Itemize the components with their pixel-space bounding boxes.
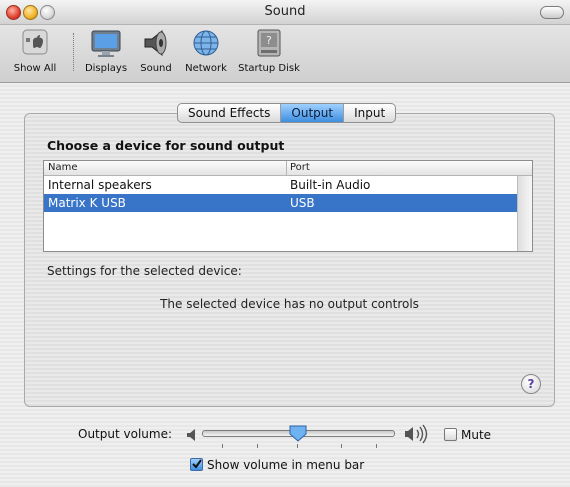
device-name: Internal speakers bbox=[48, 178, 152, 192]
volume-slider-knob[interactable] bbox=[288, 424, 308, 442]
help-button[interactable]: ? bbox=[521, 374, 541, 394]
device-port: Built-in Audio bbox=[290, 178, 371, 192]
mute-label: Mute bbox=[461, 428, 492, 442]
no-output-controls-message: The selected device has no output contro… bbox=[160, 297, 419, 311]
window-title: Sound bbox=[264, 4, 306, 19]
volume-high-icon bbox=[404, 424, 430, 448]
toolbar-label-show-all: Show All bbox=[13, 63, 57, 74]
output-heading: Choose a device for sound output bbox=[47, 138, 285, 153]
mute-checkbox[interactable] bbox=[444, 428, 457, 441]
slider-tick bbox=[297, 444, 298, 448]
network-globe-icon bbox=[189, 27, 223, 59]
toolbar-toggle-button[interactable] bbox=[540, 6, 564, 19]
table-row[interactable]: Internal speakers Built-in Audio bbox=[44, 176, 532, 194]
output-volume-label: Output volume: bbox=[78, 427, 172, 441]
tab-sound-effects[interactable]: Sound Effects bbox=[178, 104, 282, 122]
show-all-icon bbox=[18, 27, 52, 59]
toolbar-sound[interactable]: Sound bbox=[135, 27, 177, 74]
toolbar-separator bbox=[73, 33, 74, 71]
toolbar-label-sound: Sound bbox=[140, 63, 172, 74]
toolbar-displays[interactable]: Displays bbox=[80, 27, 132, 74]
slider-tick bbox=[341, 444, 342, 448]
slider-tick bbox=[257, 444, 258, 448]
table-row-selected[interactable]: Matrix K USB USB bbox=[44, 194, 532, 212]
toolbar-startup-disk[interactable]: ? Startup Disk bbox=[234, 27, 304, 74]
toolbar-label-startup-disk: Startup Disk bbox=[238, 63, 300, 74]
title-bar[interactable]: Sound bbox=[0, 0, 570, 25]
device-name: Matrix K USB bbox=[48, 196, 126, 210]
sound-preferences-window: Sound Show All Displays Sound Network ? … bbox=[0, 0, 570, 487]
slider-tick bbox=[376, 444, 377, 448]
settings-label: Settings for the selected device: bbox=[47, 264, 242, 278]
show-volume-label: Show volume in menu bar bbox=[207, 458, 365, 472]
checkmark-icon bbox=[192, 459, 202, 469]
displays-icon bbox=[89, 27, 123, 59]
output-device-table[interactable]: Name Port Internal speakers Built-in Aud… bbox=[43, 160, 533, 252]
volume-low-icon bbox=[186, 427, 200, 446]
speaker-icon bbox=[139, 27, 173, 59]
show-volume-checkbox[interactable] bbox=[190, 458, 203, 471]
toolbar-network[interactable]: Network bbox=[180, 27, 232, 74]
table-header: Name Port bbox=[44, 161, 532, 176]
tab-bar: Sound Effects Output Input bbox=[177, 103, 397, 123]
column-header-name[interactable]: Name bbox=[48, 161, 78, 175]
device-port: USB bbox=[290, 196, 315, 210]
toolbar-show-all[interactable]: Show All bbox=[6, 27, 64, 74]
output-panel: Choose a device for sound output Name Po… bbox=[24, 113, 555, 407]
tab-input[interactable]: Input bbox=[344, 104, 395, 122]
table-scrollbar[interactable] bbox=[517, 176, 532, 251]
column-header-port[interactable]: Port bbox=[286, 161, 310, 175]
slider-tick bbox=[222, 444, 223, 448]
mute-control[interactable]: Mute bbox=[444, 428, 491, 442]
show-volume-control[interactable]: Show volume in menu bar bbox=[190, 458, 364, 472]
svg-text:?: ? bbox=[266, 34, 272, 47]
toolbar: Show All Displays Sound Network ? Startu… bbox=[0, 25, 570, 83]
toolbar-label-network: Network bbox=[185, 63, 227, 74]
startup-disk-icon: ? bbox=[252, 27, 286, 59]
tab-output[interactable]: Output bbox=[281, 104, 345, 122]
toolbar-label-displays: Displays bbox=[84, 63, 128, 74]
